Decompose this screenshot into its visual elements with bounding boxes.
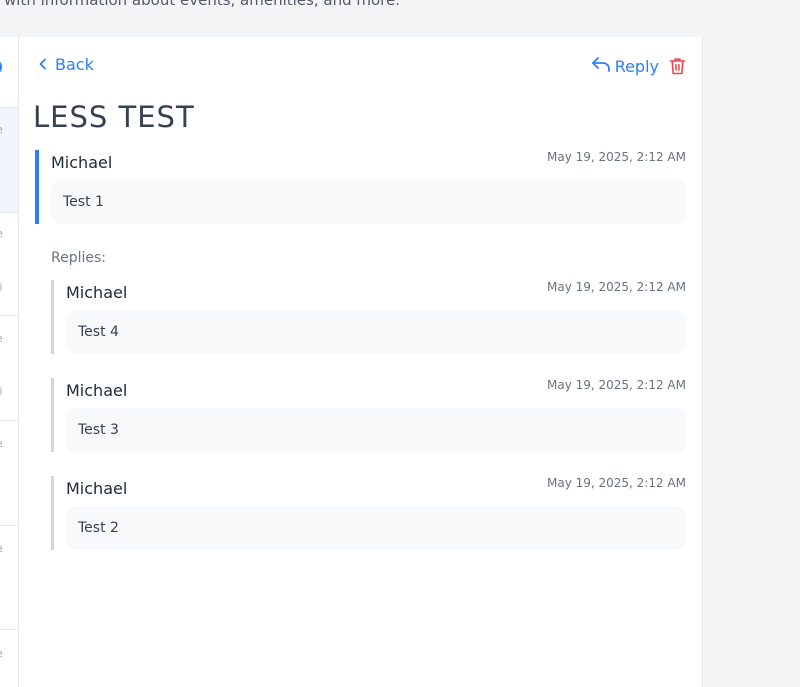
reply-body: Test 4	[66, 310, 686, 354]
list-item-fragment: e	[0, 437, 3, 450]
list-divider	[0, 629, 18, 630]
message-timestamp: May 19, 2025, 2:12 AM	[546, 150, 686, 164]
list-item-fragment: e	[0, 647, 3, 660]
message-actions: Reply	[591, 55, 686, 77]
reply-timestamp: May 19, 2025, 2:12 AM	[546, 280, 686, 294]
back-button[interactable]: Back	[37, 55, 94, 74]
reply-message: Michael May 19, 2025, 2:12 AM Test 3	[51, 378, 686, 452]
chevron-left-icon	[37, 55, 49, 74]
list-divider	[0, 315, 18, 316]
original-message: Michael May 19, 2025, 2:12 AM Test 1	[35, 150, 686, 224]
reply-arrow-icon	[591, 55, 611, 77]
thread-title: LESS TEST	[33, 100, 195, 134]
page-description: with information about events, amenities…	[4, 0, 400, 9]
reply-message: Michael May 19, 2025, 2:12 AM Test 2	[51, 476, 686, 550]
reply-message: Michael May 19, 2025, 2:12 AM Test 4	[51, 280, 686, 354]
list-item-fragment: e	[0, 123, 3, 136]
list-item-fragment: e	[0, 332, 3, 345]
list-avatar	[0, 279, 2, 295]
reply-body: Test 3	[66, 408, 686, 452]
list-divider	[0, 420, 18, 421]
replies-heading: Replies:	[51, 250, 107, 266]
list-avatar	[0, 59, 2, 75]
trash-icon	[669, 57, 686, 75]
reply-timestamp: May 19, 2025, 2:12 AM	[546, 476, 686, 490]
list-divider	[0, 525, 18, 526]
reply-body: Test 2	[66, 506, 686, 550]
list-item-fragment: e	[0, 227, 3, 240]
message-body: Test 1	[51, 180, 686, 224]
announcement-list: e e e e e e	[0, 37, 19, 687]
reply-label: Reply	[614, 56, 659, 76]
back-label: Back	[55, 55, 94, 74]
list-avatar	[0, 383, 2, 399]
reply-timestamp: May 19, 2025, 2:12 AM	[546, 378, 686, 392]
delete-button[interactable]	[669, 57, 686, 75]
list-item-fragment: e	[0, 542, 3, 555]
message-detail-panel: Back Reply LESS TEST Michael May 19, 202…	[19, 37, 703, 687]
reply-button[interactable]: Reply	[591, 55, 659, 77]
